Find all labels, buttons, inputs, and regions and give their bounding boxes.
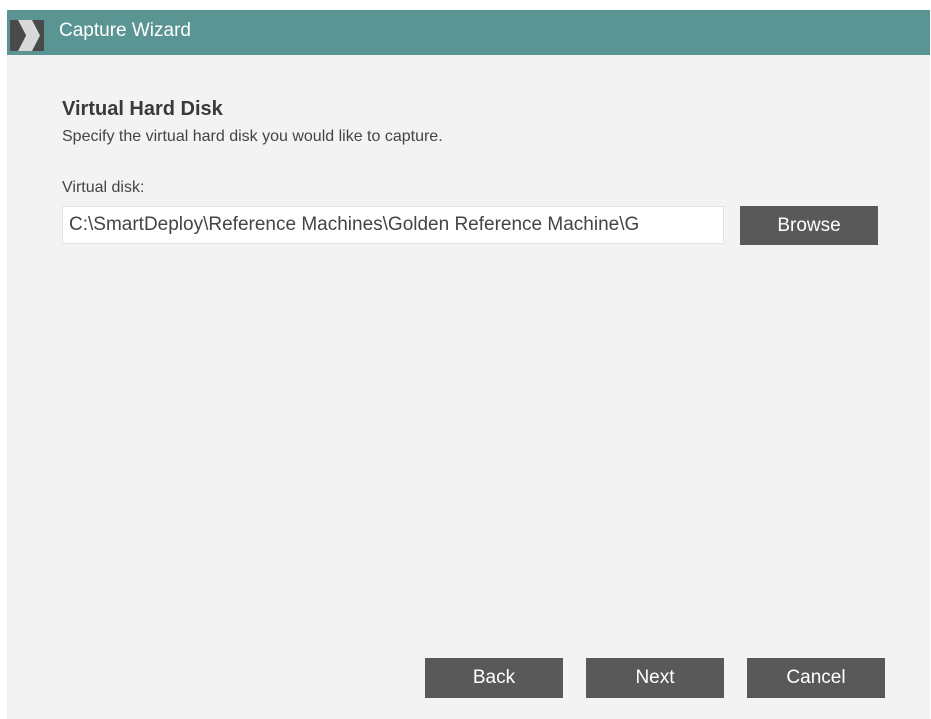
chevron-logo-icon [10, 20, 44, 51]
virtual-disk-path-input[interactable] [62, 206, 724, 244]
cancel-button[interactable]: Cancel [747, 658, 885, 698]
capture-wizard-window: Capture Wizard Virtual Hard Disk Specify… [7, 10, 930, 719]
next-button[interactable]: Next [586, 658, 724, 698]
back-button[interactable]: Back [425, 658, 563, 698]
window-title: Capture Wizard [59, 20, 191, 41]
virtual-disk-label: Virtual disk: [62, 179, 145, 196]
page-description: Specify the virtual hard disk you would … [62, 128, 443, 145]
browse-button[interactable]: Browse [740, 206, 878, 245]
title-bar: Capture Wizard [7, 10, 930, 55]
page-title: Virtual Hard Disk [62, 98, 223, 120]
